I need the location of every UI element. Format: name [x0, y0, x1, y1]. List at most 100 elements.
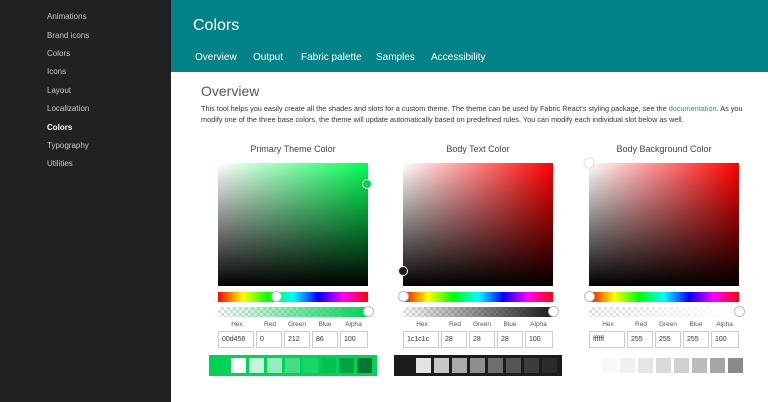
- green-field[interactable]: 255: [655, 331, 681, 348]
- shade-swatch-0[interactable]: [416, 358, 431, 373]
- alpha-field[interactable]: 100: [711, 331, 739, 348]
- shade-swatch-4[interactable]: [674, 358, 689, 373]
- shade-swatch-7[interactable]: [728, 358, 743, 373]
- red-label: Red: [635, 321, 647, 328]
- alpha-slider[interactable]: [403, 306, 559, 317]
- hue-slider-thumb[interactable]: [583, 291, 595, 302]
- sv-handle[interactable]: [362, 179, 372, 189]
- hue-slider-thumb[interactable]: [271, 291, 282, 302]
- sidebar-item-colors-active[interactable]: Colors: [47, 123, 72, 132]
- shade-swatch-5[interactable]: [321, 358, 336, 373]
- shade-swatches: [580, 355, 748, 376]
- shade-swatch-6[interactable]: [339, 358, 354, 373]
- section-title: Overview: [201, 83, 260, 99]
- red-field[interactable]: 28: [441, 331, 467, 348]
- shade-swatch-4[interactable]: [303, 358, 318, 373]
- blue-label: Blue: [689, 321, 703, 328]
- picker-title: Body Text Color: [446, 144, 510, 154]
- hex-field[interactable]: 00d456: [218, 331, 254, 348]
- body-background-color-picker: Body Background Color Hex Red Green Blue…: [580, 142, 768, 382]
- sidebar-item-utilities[interactable]: Utilities: [47, 159, 73, 168]
- blue-label: Blue: [503, 321, 517, 328]
- sidebar-item-colors[interactable]: Colors: [47, 49, 70, 58]
- shade-swatch-4[interactable]: [488, 358, 503, 373]
- tab-overview[interactable]: Overview: [195, 52, 237, 63]
- hue-slider[interactable]: [583, 291, 739, 302]
- alpha-label: Alpha: [716, 321, 733, 328]
- shade-swatch-3[interactable]: [285, 358, 300, 373]
- green-field[interactable]: 28: [469, 331, 495, 348]
- documentation-link[interactable]: documentation: [669, 104, 717, 113]
- green-label: Green: [658, 321, 678, 328]
- red-label: Red: [449, 321, 461, 328]
- shade-swatch-1[interactable]: [620, 358, 635, 373]
- alpha-slider[interactable]: [218, 306, 374, 317]
- shade-swatch-5[interactable]: [692, 358, 707, 373]
- description-text-1: This tool helps you easily create all th…: [201, 104, 669, 113]
- shade-swatch-2[interactable]: [452, 358, 467, 373]
- green-field[interactable]: 212: [284, 331, 310, 348]
- red-label: Red: [264, 321, 276, 328]
- alpha-slider[interactable]: [589, 306, 745, 317]
- green-label: Green: [287, 321, 307, 328]
- saturation-value-area[interactable]: [218, 163, 372, 286]
- shade-swatch-2[interactable]: [267, 358, 282, 373]
- shade-swatch-0[interactable]: [602, 358, 617, 373]
- alpha-slider-thumb[interactable]: [362, 306, 374, 317]
- alpha-label: Alpha: [530, 321, 547, 328]
- shade-swatch-5[interactable]: [506, 358, 521, 373]
- picker-title: Primary Theme Color: [250, 144, 336, 154]
- alpha-slider-thumb[interactable]: [547, 306, 559, 317]
- sidebar-item-icons[interactable]: Icons: [47, 67, 66, 76]
- alpha-slider-thumb[interactable]: [733, 306, 745, 317]
- shade-swatch-1[interactable]: [249, 358, 264, 373]
- tab-fabric-palette[interactable]: Fabric palette: [301, 52, 362, 63]
- blue-field[interactable]: 86: [312, 331, 338, 348]
- hex-label: Hex: [416, 321, 428, 328]
- saturation-value-area[interactable]: [584, 158, 739, 286]
- saturation-value-area[interactable]: [398, 163, 553, 286]
- shade-swatch-3[interactable]: [656, 358, 671, 373]
- page-header: Colors Overview Output Fabric palette Sa…: [171, 0, 768, 72]
- shade-swatch-3[interactable]: [470, 358, 485, 373]
- shade-swatch-2[interactable]: [638, 358, 653, 373]
- main-content: Overview This tool helps you easily crea…: [171, 72, 768, 402]
- green-label: Green: [472, 321, 492, 328]
- tab-samples[interactable]: Samples: [376, 52, 415, 63]
- sidebar-item-typography[interactable]: Typography: [47, 141, 89, 150]
- shade-swatch-7[interactable]: [542, 358, 557, 373]
- sidebar-item-brand-icons[interactable]: Brand icons: [47, 31, 89, 40]
- hue-slider[interactable]: [397, 291, 553, 302]
- shade-swatch-1[interactable]: [434, 358, 449, 373]
- hex-label: Hex: [231, 321, 243, 328]
- hex-field[interactable]: 1c1c1c: [403, 331, 439, 348]
- shade-swatches: [394, 355, 562, 376]
- shade-swatch-0[interactable]: [231, 358, 246, 373]
- alpha-field[interactable]: 100: [340, 331, 368, 348]
- sv-handle[interactable]: [584, 158, 594, 168]
- body-text-color-picker: Body Text Color Hex Red Green Blue Alpha…: [394, 142, 583, 382]
- sidebar-item-layout[interactable]: Layout: [47, 86, 71, 95]
- blue-field[interactable]: 255: [683, 331, 709, 348]
- shade-swatches: [209, 355, 377, 376]
- red-field[interactable]: 0: [256, 331, 282, 348]
- alpha-label: Alpha: [345, 321, 362, 328]
- shade-swatch-6[interactable]: [524, 358, 539, 373]
- hue-slider-thumb[interactable]: [397, 291, 409, 302]
- sv-handle[interactable]: [398, 266, 408, 276]
- hex-label: Hex: [602, 321, 614, 328]
- alpha-field[interactable]: 100: [525, 331, 553, 348]
- sidebar-item-localization[interactable]: Localization: [47, 104, 89, 113]
- shade-swatch-6[interactable]: [710, 358, 725, 373]
- sidebar: Animations Brand icons Colors Icons Layo…: [0, 0, 171, 402]
- picker-title: Body Background Color: [616, 144, 712, 154]
- hex-field[interactable]: ffffff: [589, 331, 625, 348]
- hue-slider[interactable]: [218, 291, 368, 302]
- tab-accessibility[interactable]: Accessibility: [431, 52, 485, 63]
- red-field[interactable]: 255: [627, 331, 653, 348]
- tab-output[interactable]: Output: [253, 52, 283, 63]
- shade-swatch-7[interactable]: [357, 358, 372, 373]
- sidebar-item-animations[interactable]: Animations: [47, 12, 87, 21]
- blue-field[interactable]: 28: [497, 331, 523, 348]
- blue-label: Blue: [318, 321, 332, 328]
